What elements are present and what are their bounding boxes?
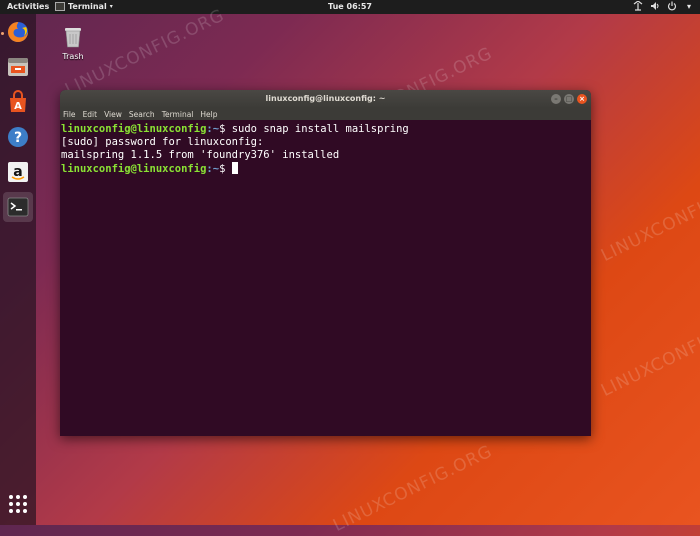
chevron-down-icon[interactable]: ▾ xyxy=(684,1,694,12)
terminal-icon xyxy=(7,197,29,217)
dock: A ? a xyxy=(0,14,36,525)
svg-text:?: ? xyxy=(14,130,22,146)
terminal-window[interactable]: linuxconfig@linuxconfig: ~ – □ × File Ed… xyxy=(60,90,591,436)
files-icon xyxy=(8,58,28,76)
terminal-output[interactable]: linuxconfig@linuxconfig:~$ sudo snap ins… xyxy=(60,120,591,179)
trash-icon xyxy=(65,28,81,48)
show-applications-button[interactable] xyxy=(9,495,27,513)
firefox-icon xyxy=(8,22,28,42)
help-icon: ? xyxy=(8,127,28,147)
watermark: LINUXCONFIG.ORG xyxy=(330,441,496,536)
menu-file[interactable]: File xyxy=(63,110,76,119)
minimize-button[interactable]: – xyxy=(551,94,561,104)
watermark: LINUXCONFIG.ORG xyxy=(598,306,700,401)
trash-desktop-icon[interactable]: Trash xyxy=(58,24,88,61)
firefox-launcher[interactable] xyxy=(3,17,33,47)
help-launcher[interactable]: ? xyxy=(3,122,33,152)
window-menubar: File Edit View Search Terminal Help xyxy=(60,108,591,120)
clock[interactable]: Tue 06:57 xyxy=(328,2,372,11)
terminal-line: linuxconfig@linuxconfig:~$ sudo snap ins… xyxy=(61,123,590,136)
chevron-down-icon: ▾ xyxy=(109,3,113,10)
amazon-icon: a xyxy=(8,162,28,182)
prompt-path: :~ xyxy=(206,163,220,175)
close-button[interactable]: × xyxy=(577,94,587,104)
menu-view[interactable]: View xyxy=(104,110,122,119)
top-bar: Activities Terminal ▾ Tue 06:57 ▾ xyxy=(0,0,700,14)
window-titlebar[interactable]: linuxconfig@linuxconfig: ~ – □ × xyxy=(60,90,591,108)
software-center-icon: A xyxy=(10,90,26,112)
volume-icon[interactable] xyxy=(650,1,660,12)
window-title: linuxconfig@linuxconfig: ~ xyxy=(265,94,386,103)
watermark: LINUXCONFIG.ORG xyxy=(598,171,700,266)
app-menu-label: Terminal xyxy=(68,2,107,11)
files-launcher[interactable] xyxy=(3,52,33,82)
system-tray[interactable]: ▾ xyxy=(633,0,694,12)
terminal-launcher[interactable] xyxy=(3,192,33,222)
prompt-user: linuxconfig@linuxconfig xyxy=(61,163,207,175)
prompt-path: :~ xyxy=(206,123,220,135)
activities-button[interactable]: Activities xyxy=(7,2,49,11)
terminal-line: linuxconfig@linuxconfig:~$ xyxy=(61,162,590,176)
terminal-line: [sudo] password for linuxconfig: xyxy=(61,136,264,148)
command-text: $ xyxy=(219,163,232,175)
menu-edit[interactable]: Edit xyxy=(83,110,98,119)
svg-text:A: A xyxy=(14,101,22,112)
menu-help[interactable]: Help xyxy=(200,110,217,119)
command-text: $ sudo snap install mailspring xyxy=(219,123,409,135)
prompt-user: linuxconfig@linuxconfig xyxy=(61,123,207,135)
trash-label: Trash xyxy=(62,52,84,61)
amazon-launcher[interactable]: a xyxy=(3,157,33,187)
menu-terminal[interactable]: Terminal xyxy=(162,110,194,119)
network-icon[interactable] xyxy=(633,0,643,12)
app-menu[interactable]: Terminal ▾ xyxy=(55,2,113,11)
terminal-small-icon xyxy=(55,2,65,11)
power-icon[interactable] xyxy=(667,1,677,12)
text-cursor xyxy=(231,162,238,174)
maximize-button[interactable]: □ xyxy=(564,94,574,104)
menu-search[interactable]: Search xyxy=(129,110,155,119)
software-center-launcher[interactable]: A xyxy=(3,87,33,117)
terminal-line: mailspring 1.1.5 from 'foundry376' insta… xyxy=(61,149,340,161)
